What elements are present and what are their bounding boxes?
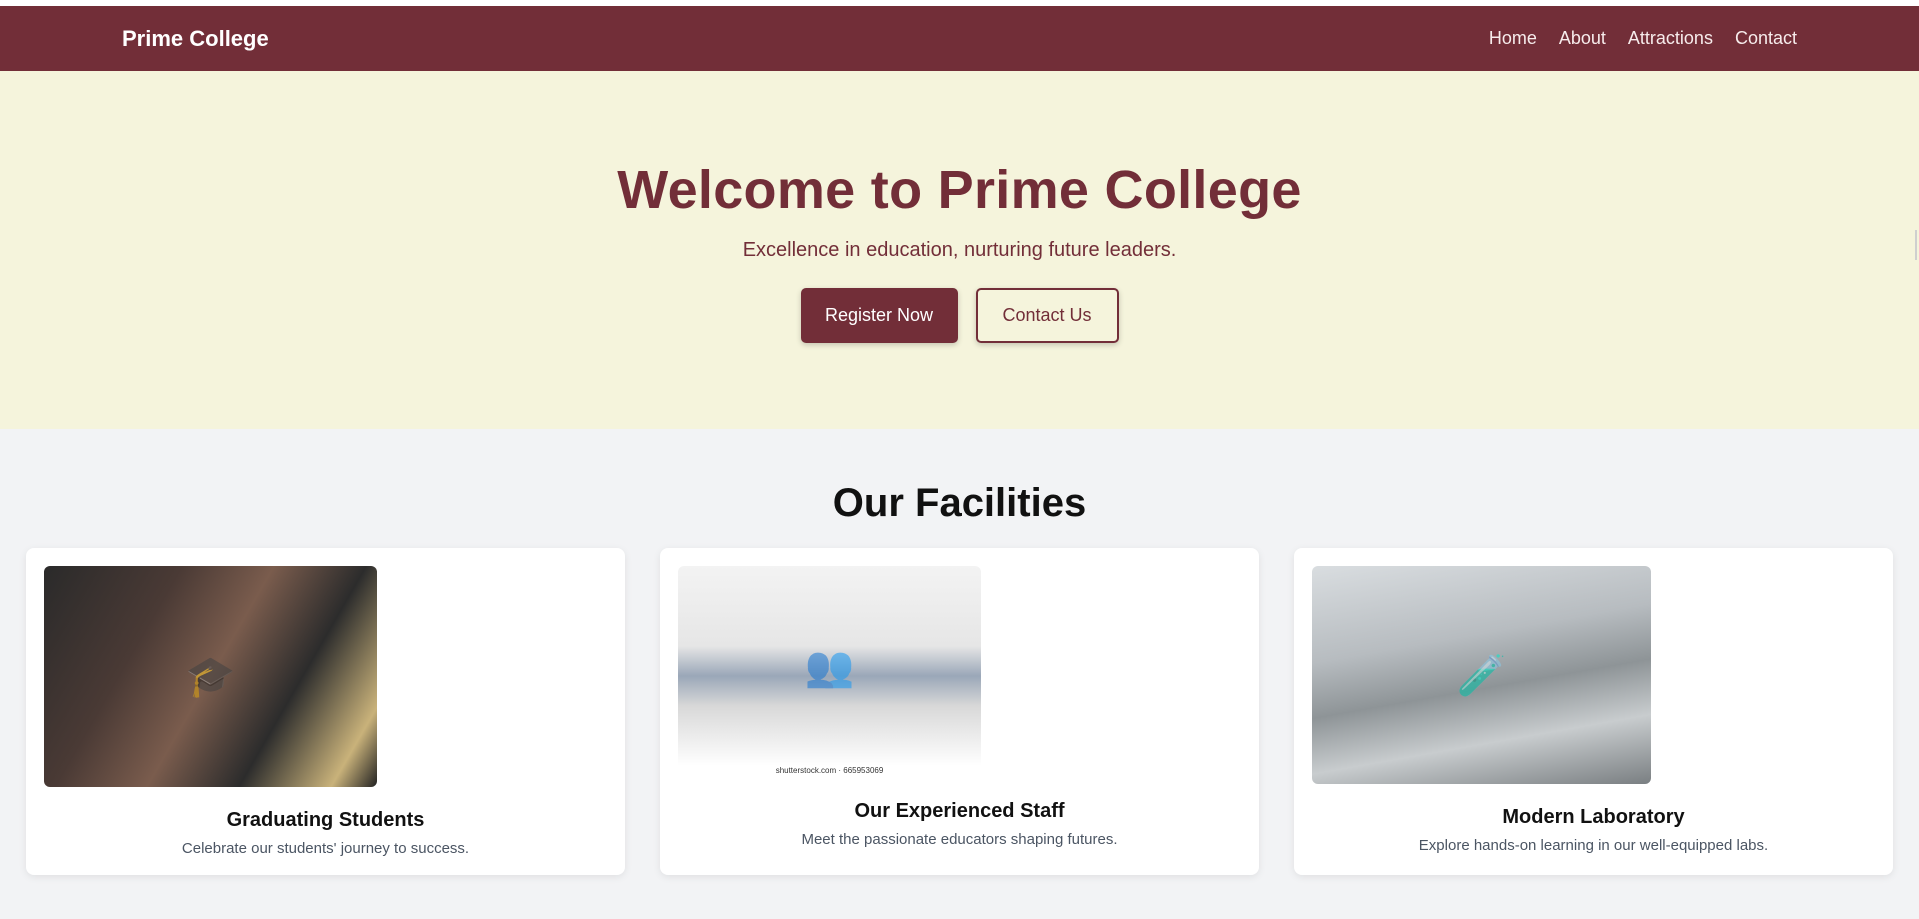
card-description: Meet the passionate educators shaping fu…	[801, 831, 1118, 848]
scrollbar[interactable]	[1915, 230, 1917, 260]
card-title: Modern Laboratory	[1502, 806, 1685, 828]
facilities-title: Our Facilities	[832, 481, 1087, 525]
contact-us-button[interactable]: Contact Us	[975, 288, 1119, 343]
hero-buttons: Register Now Contact Us	[800, 288, 1119, 343]
image-icon: 🎓	[185, 655, 236, 699]
card-description: Celebrate our students' journey to succe…	[181, 840, 470, 857]
brand-logo[interactable]: Prime College	[122, 26, 269, 52]
facility-cards: 🎓 Graduating Students Celebrate our stud…	[0, 548, 1919, 875]
navbar: Prime College Home About Attractions Con…	[0, 6, 1919, 71]
card-title: Graduating Students	[226, 809, 425, 831]
nav-home-link[interactable]: Home	[1489, 28, 1537, 49]
nav-links: Home About Attractions Contact	[1489, 28, 1797, 49]
facilities-section: Our Facilities 🎓 Graduating Students Cel…	[0, 429, 1919, 875]
facility-card-staff[interactable]: 👥 shutterstock.com · 665953069 Our Exper…	[660, 548, 1259, 875]
hero-section: Welcome to Prime College Excellence in e…	[0, 71, 1919, 429]
nav-about-link[interactable]: About	[1559, 28, 1606, 49]
card-title: Our Experienced Staff	[854, 800, 1065, 822]
facility-card-laboratory[interactable]: 🧪 Modern Laboratory Explore hands-on lea…	[1294, 548, 1893, 875]
image-icon: 🧪	[1456, 653, 1507, 698]
photo-caption: shutterstock.com · 665953069	[678, 766, 981, 782]
staff-photo-icon: 👥	[678, 566, 981, 766]
register-now-button[interactable]: Register Now	[800, 288, 958, 343]
hero-subtitle: Excellence in education, nurturing futur…	[742, 239, 1177, 261]
nav-attractions-link[interactable]: Attractions	[1628, 28, 1713, 49]
graduates-photo-icon: 🎓	[44, 566, 377, 787]
card-description: Explore hands-on learning in our well-eq…	[1418, 837, 1769, 854]
laboratory-photo-icon: 🧪	[1312, 566, 1651, 784]
hero-title: Welcome to Prime College	[617, 160, 1302, 220]
image-icon: 👥	[804, 644, 855, 689]
facility-card-graduates[interactable]: 🎓 Graduating Students Celebrate our stud…	[26, 548, 625, 875]
nav-contact-link[interactable]: Contact	[1735, 28, 1797, 49]
